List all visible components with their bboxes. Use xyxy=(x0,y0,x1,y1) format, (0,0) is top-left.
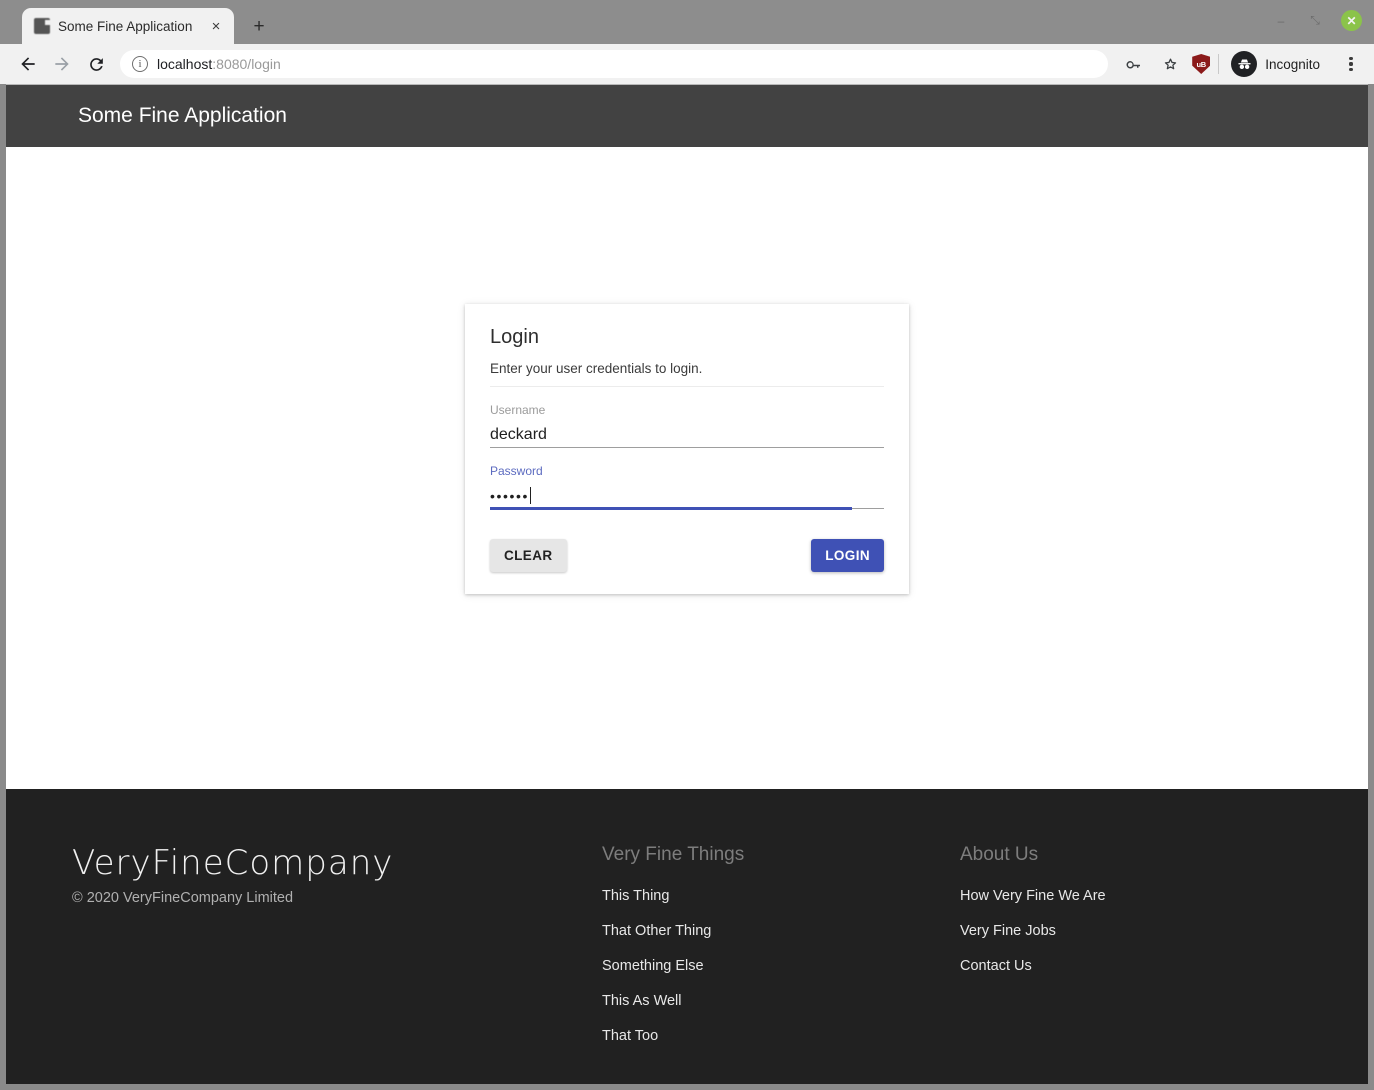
close-icon[interactable]: × xyxy=(206,16,226,36)
url-host: localhost xyxy=(157,56,213,72)
app-header: Some Fine Application xyxy=(6,85,1368,147)
login-button[interactable]: LOGIN xyxy=(811,539,884,572)
page-viewport: Some Fine Application Login Enter your u… xyxy=(6,84,1368,1084)
footer-link[interactable]: How Very Fine We Are xyxy=(960,888,1106,904)
key-icon[interactable] xyxy=(1118,48,1150,80)
browser-tab[interactable]: Some Fine Application × xyxy=(22,8,234,44)
forward-icon[interactable] xyxy=(46,48,78,80)
omnibox-actions xyxy=(1118,48,1186,80)
minimize-icon[interactable]: – xyxy=(1273,13,1289,29)
browser-toolbar: i localhost:8080/login uB Incognito xyxy=(0,44,1374,84)
star-icon[interactable] xyxy=(1154,48,1186,80)
footer-link[interactable]: Very Fine Jobs xyxy=(960,923,1106,939)
profile-label: Incognito xyxy=(1265,56,1320,72)
incognito-icon xyxy=(1231,51,1258,77)
footer-column-heading: About Us xyxy=(960,844,1039,865)
login-subtitle: Enter your user credentials to login. xyxy=(490,361,884,387)
close-window-icon[interactable]: ✕ xyxy=(1341,10,1362,31)
browser-titlebar: Some Fine Application × + – ⤡ ✕ xyxy=(0,0,1374,44)
password-masked-value: •••••• xyxy=(490,488,530,504)
footer-link[interactable]: This Thing xyxy=(602,888,960,904)
login-card: Login Enter your user credentials to log… xyxy=(465,304,909,594)
toolbar-divider xyxy=(1218,54,1220,74)
extension-icons: uB xyxy=(1192,54,1211,74)
clear-button[interactable]: CLEAR xyxy=(490,539,567,572)
footer-link[interactable]: That Other Thing xyxy=(602,923,960,939)
footer-link[interactable]: That Too xyxy=(602,1028,960,1044)
footer-link[interactable]: Something Else xyxy=(602,958,960,974)
new-tab-button[interactable]: + xyxy=(244,11,274,41)
footer-column-heading: Very Fine Things xyxy=(602,844,745,865)
url-path: :8080/login xyxy=(212,56,281,72)
login-actions: CLEAR LOGIN xyxy=(490,539,884,572)
password-field[interactable]: Password •••••• xyxy=(490,464,884,510)
footer-link[interactable]: This As Well xyxy=(602,993,960,1009)
brand-logo: VeryFineCompany xyxy=(72,843,394,883)
url-text: localhost:8080/login xyxy=(157,56,281,72)
footer-column-about-us: About Us How Very Fine We Are Very Fine … xyxy=(960,844,1106,974)
page-icon xyxy=(34,18,50,34)
site-footer: VeryFineCompany © 2020 VeryFineCompany L… xyxy=(6,789,1368,1084)
app-title: Some Fine Application xyxy=(78,104,287,127)
site-info-icon[interactable]: i xyxy=(132,56,148,72)
login-title: Login xyxy=(490,326,539,348)
username-input[interactable]: deckard xyxy=(490,422,884,448)
copyright-text: © 2020 VeryFineCompany Limited xyxy=(72,890,294,907)
window-controls: – ⤡ ✕ xyxy=(1273,10,1362,31)
username-field[interactable]: Username deckard xyxy=(490,403,884,448)
focus-underline xyxy=(490,507,853,510)
footer-brand: VeryFineCompany © 2020 VeryFineCompany L… xyxy=(72,843,602,907)
address-bar[interactable]: i localhost:8080/login xyxy=(120,50,1109,78)
reload-icon[interactable] xyxy=(80,48,112,80)
profile-chip[interactable]: Incognito xyxy=(1227,50,1332,78)
maximize-icon[interactable]: ⤡ xyxy=(1307,13,1323,29)
browser-window: Some Fine Application × + – ⤡ ✕ i localh… xyxy=(0,0,1374,1090)
kebab-menu-icon[interactable] xyxy=(1338,50,1364,78)
page-content: Login Enter your user credentials to log… xyxy=(6,147,1368,789)
password-label: Password xyxy=(490,464,543,478)
ublock-icon[interactable]: uB xyxy=(1192,54,1211,74)
password-input[interactable]: •••••• xyxy=(490,483,884,510)
tab-title: Some Fine Application xyxy=(58,18,193,34)
footer-column-very-fine-things: Very Fine Things This Thing That Other T… xyxy=(602,844,960,1044)
username-label: Username xyxy=(490,403,546,417)
footer-link[interactable]: Contact Us xyxy=(960,958,1106,974)
text-caret xyxy=(530,487,532,504)
back-icon[interactable] xyxy=(12,48,44,80)
